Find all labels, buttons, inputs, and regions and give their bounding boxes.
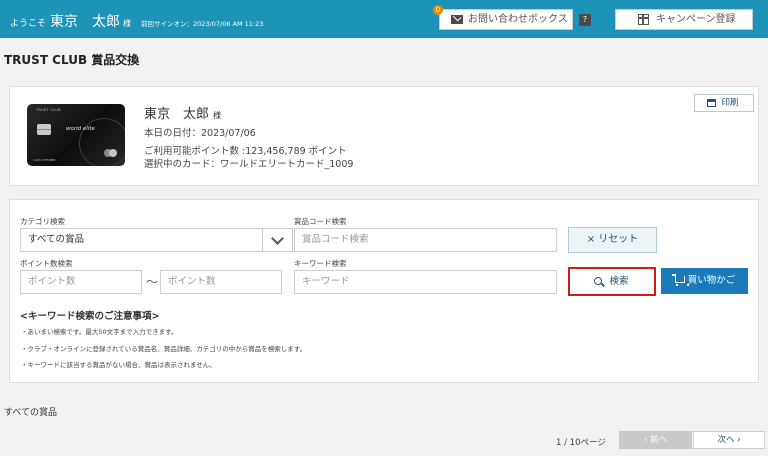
prev-page-button[interactable]: ‹ 前へ <box>619 431 692 449</box>
welcome-prefix: ようこそ <box>10 19 47 29</box>
results-category-heading: すべての賞品 <box>4 408 58 418</box>
credit-card-image: TRUST CLUB world elite CARD MEMBER <box>27 104 125 166</box>
today-date: 本日の日付：2023/07/06 <box>144 128 256 139</box>
page-info: 1 / 10ページ <box>556 438 606 448</box>
header-bar: ようこそ 東京 太郎様 前回サインオン：2023/07/06 AM 11:23 お問… <box>0 0 768 38</box>
member-honorific: 様 <box>213 111 222 120</box>
next-page-button[interactable]: 次へ › <box>693 431 765 449</box>
category-select-value: すべての賞品 <box>28 234 84 245</box>
shopping-cart-label: 買い物かご <box>687 275 736 286</box>
gift-icon <box>638 14 649 25</box>
search-panel: カテゴリ検索 すべての賞品 賞品コード検索 賞品コード検索 × リセット ポイン… <box>9 199 759 383</box>
print-button[interactable]: 印刷 <box>694 94 754 112</box>
points-range-separator: ～ <box>146 275 159 289</box>
search-icon <box>594 277 602 285</box>
contact-box-button[interactable]: お問い合わせボックス <box>439 9 573 30</box>
member-info-panel: TRUST CLUB world elite CARD MEMBER 東京 太郎… <box>9 86 759 186</box>
campaign-label: キャンペーン登録 <box>656 14 736 25</box>
keyword-note: ・あいまい検索です。最大50文字まで入力できます。 <box>21 328 178 336</box>
member-name-text: 東京 太郎 <box>144 107 210 122</box>
campaign-register-button[interactable]: キャンペーン登録 <box>615 9 753 30</box>
points-from-input[interactable]: ポイント数 <box>20 270 142 294</box>
cart-icon <box>672 274 689 286</box>
keyword-search-label: キーワード検索 <box>294 259 347 268</box>
search-button[interactable]: 検索 <box>568 267 656 296</box>
category-search-label: カテゴリ検索 <box>20 217 65 226</box>
keyword-note: ・クラブ・オンラインに登録されている賞品名、賞品詳細、カテゴリの中から賞品を検索… <box>21 345 307 353</box>
category-select[interactable]: すべての賞品 <box>20 228 293 252</box>
welcome-message: ようこそ 東京 太郎様 前回サインオン：2023/07/06 AM 11:23 <box>10 11 263 31</box>
card-title: world elite <box>66 126 95 132</box>
search-button-label: 検索 <box>609 276 629 287</box>
card-brand: TRUST CLUB <box>36 108 61 112</box>
page-title: TRUST CLUB 賞品交換 <box>4 53 140 67</box>
keyword-notes-title: <キーワード検索のご注意事項> <box>20 311 160 322</box>
card-network-logo-right <box>109 149 117 157</box>
selected-card: 選択中のカード：ワールドエリートカード_1009 <box>144 159 354 170</box>
help-icon[interactable]: ? <box>579 14 591 26</box>
card-holder: CARD MEMBER <box>33 158 56 162</box>
keyword-note: ・キーワードに該当する賞品がない場合、賞品は表示されません。 <box>21 361 216 369</box>
points-to-input[interactable]: ポイント数 <box>160 270 282 294</box>
item-code-search-label: 賞品コード検索 <box>294 217 347 226</box>
notification-badge: 0 <box>433 5 443 15</box>
honorific: 様 <box>123 19 132 28</box>
printer-icon <box>707 99 716 107</box>
mail-icon <box>451 15 463 24</box>
member-name: 東京 太郎様 <box>144 103 221 122</box>
keyword-input[interactable]: キーワード <box>294 270 557 294</box>
contact-box-label: お問い合わせボックス <box>468 14 568 25</box>
available-points: ご利用可能ポイント数 :123,456,789 ポイント <box>144 146 347 157</box>
reset-button[interactable]: × リセット <box>568 227 657 253</box>
shopping-cart-button[interactable]: 買い物かご <box>661 268 748 294</box>
last-signin: 前回サインオン：2023/07/06 AM 11:23 <box>141 20 264 28</box>
print-label: 印刷 <box>721 98 739 108</box>
item-code-input[interactable]: 賞品コード検索 <box>294 228 557 252</box>
points-search-label: ポイント数検索 <box>20 259 73 268</box>
user-name: 東京 太郎 <box>50 14 121 30</box>
chevron-down-icon <box>262 229 292 251</box>
card-chip <box>37 124 51 135</box>
